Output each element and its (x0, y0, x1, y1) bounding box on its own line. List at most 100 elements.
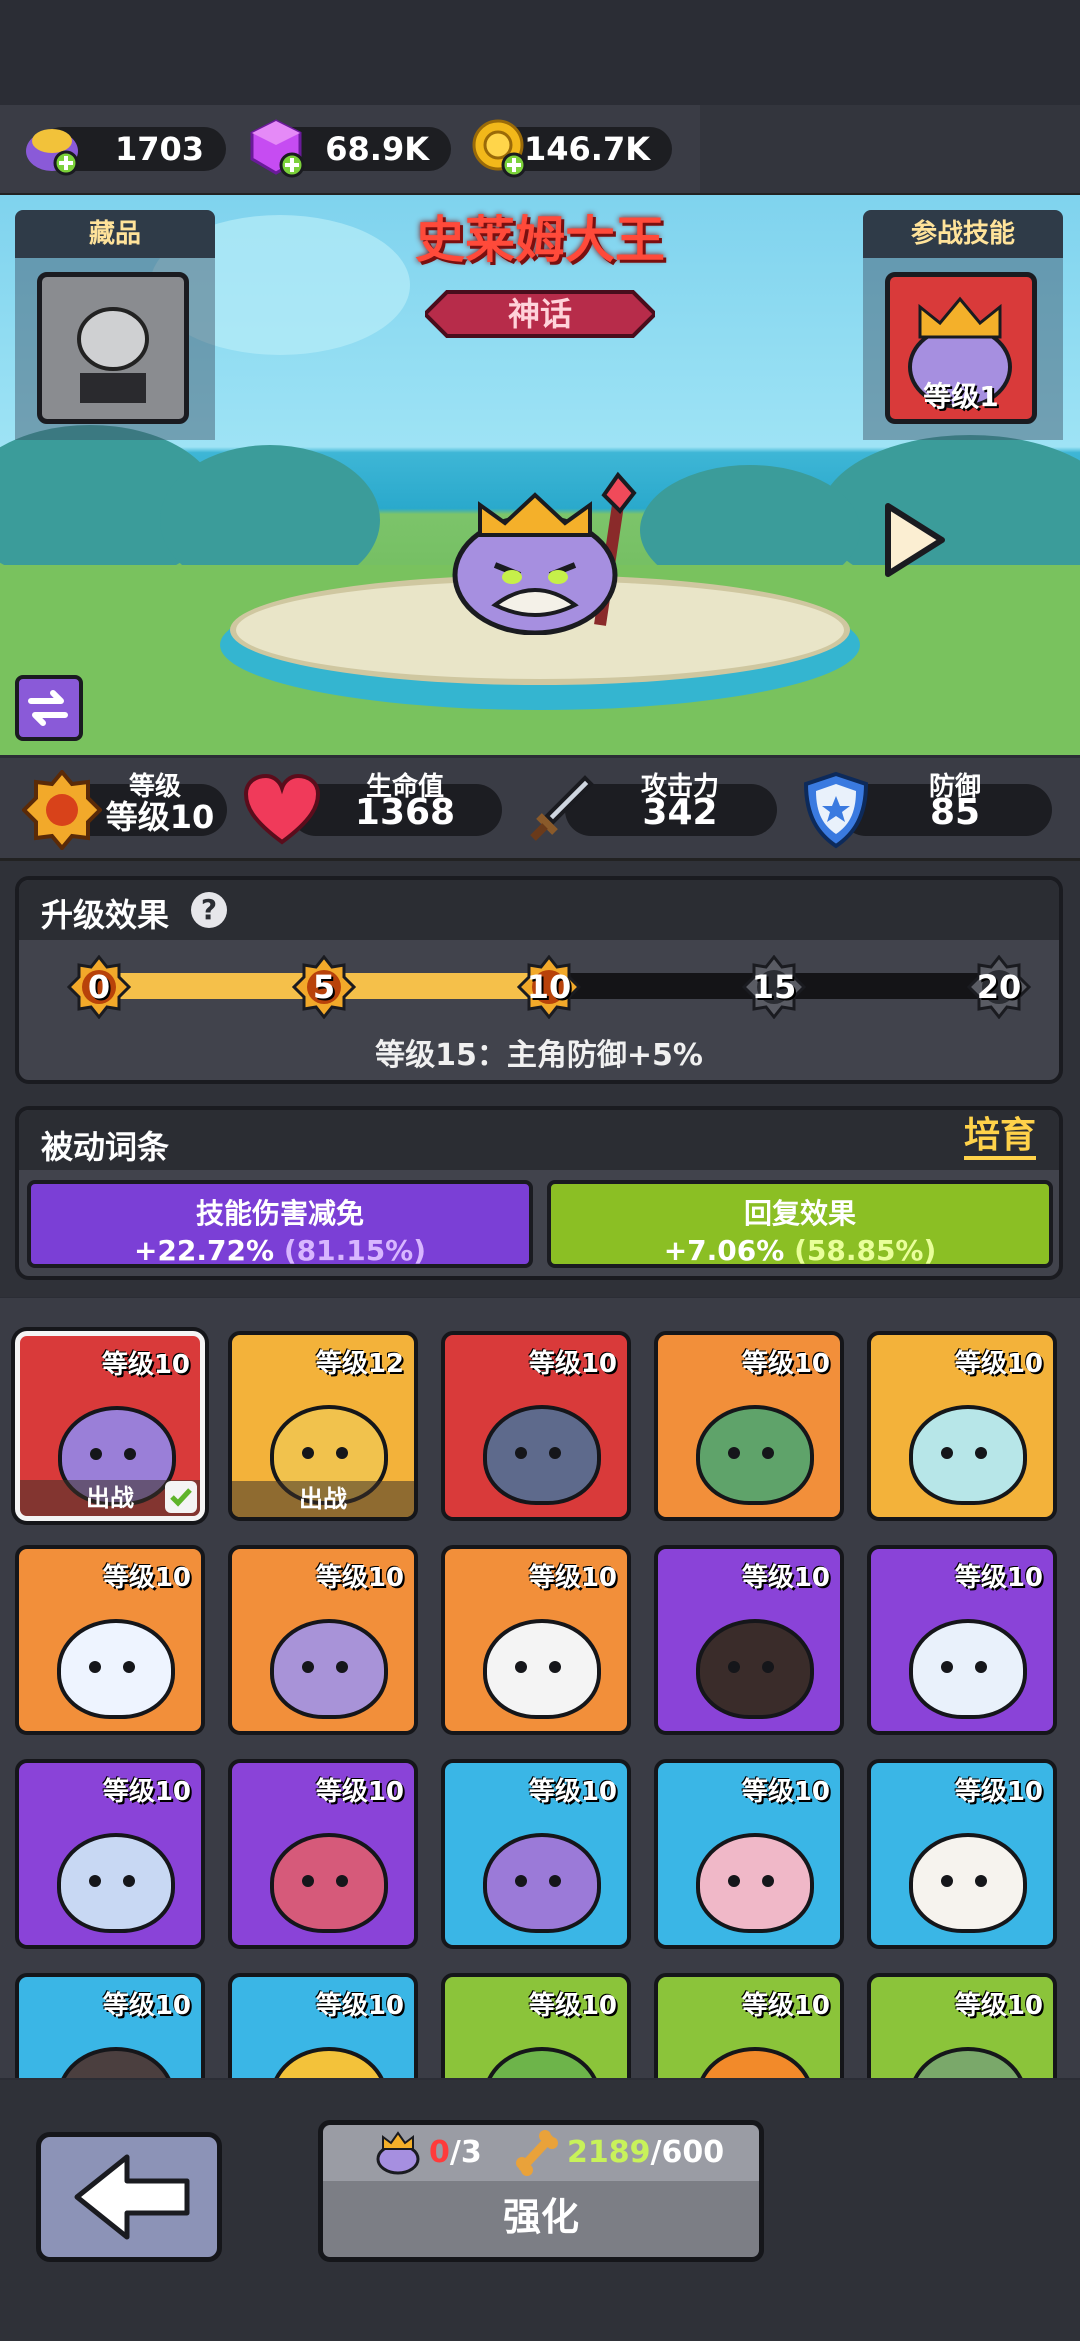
bone-have: 2189 (567, 2135, 651, 2170)
pet-card[interactable]: 等级10 (441, 1331, 631, 1521)
pet-eyes (300, 1659, 350, 1673)
pet-eyes (939, 1445, 989, 1459)
fragment-icon (375, 2131, 421, 2175)
milestone-label: 20 (976, 968, 1022, 1006)
trophy-statue-icon (77, 307, 149, 403)
upgrade-button[interactable]: 0/3 2189/600 强化 (318, 2120, 764, 2262)
pet-eyes (88, 1446, 138, 1460)
help-icon[interactable]: ? (191, 892, 227, 928)
milestone-node: 0 (66, 954, 132, 1020)
pet-eyes (87, 1659, 137, 1673)
pet-portrait (270, 2047, 388, 2078)
pet-level: 等级10 (528, 1349, 617, 1379)
pet-card[interactable]: 等级10 (867, 1545, 1057, 1735)
pet-level: 等级10 (954, 1563, 1043, 1593)
pet-level: 等级10 (954, 1991, 1043, 2021)
milestone-node: 10 (516, 954, 582, 1020)
pet-level: 等级10 (102, 1563, 191, 1593)
collection-title: 藏品 (15, 210, 215, 258)
currency-bar: 1703 68.9K 146.7K (0, 105, 1080, 197)
pet-card[interactable]: 等级10 (654, 1545, 844, 1735)
upgrade-header (19, 880, 1059, 940)
pet-level: 等级10 (102, 1777, 191, 1807)
passive-recovery-effect[interactable]: 回复效果 +7.06% (58.85%) (547, 1180, 1053, 1268)
pet-card[interactable]: 等级10 (15, 1759, 205, 1949)
milestone-node: 20 (966, 954, 1032, 1020)
pet-card[interactable]: 等级10 (441, 1545, 631, 1735)
pet-eyes (726, 1873, 776, 1887)
currency-coin-value: 146.7K (523, 130, 650, 168)
pet-card[interactable]: 等级10 (867, 1331, 1057, 1521)
passive-item-name: 技能伤害减免 (195, 1197, 364, 1230)
passive-item-name: 回复效果 (743, 1197, 856, 1230)
pet-eyes (87, 1873, 137, 1887)
pet-level: 等级10 (741, 1349, 830, 1379)
slime-king-character (450, 465, 650, 636)
collection-panel[interactable]: 藏品 (15, 210, 215, 440)
battle-skill-title: 参战技能 (863, 210, 1063, 258)
pet-level: 等级10 (315, 1991, 404, 2021)
milestone-label: 10 (526, 968, 572, 1006)
pet-level: 等级10 (101, 1350, 190, 1380)
stat-defense-value: 85 (929, 792, 981, 833)
bone-count: 2189/600 (567, 2131, 724, 2175)
stat-attack-value: 342 (642, 792, 718, 833)
pet-card[interactable]: 等级10 出战 (15, 1331, 205, 1521)
pet-portrait (909, 2047, 1027, 2078)
stat-level-value: 等级10 (105, 798, 215, 836)
train-button[interactable]: 培育 (964, 1116, 1037, 1160)
skill-slot[interactable]: 等级1 (885, 272, 1037, 424)
pet-level: 等级12 (315, 1349, 404, 1379)
passive-item-cap: (81.15%) (283, 1234, 427, 1267)
pet-card[interactable]: 等级10 (441, 1973, 631, 2078)
pet-card[interactable]: 等级10 (15, 1545, 205, 1735)
stats-bar: 等级 等级10 生命值 1368 攻击力 342 防御 85 (0, 758, 1080, 861)
rarity-banner: 神话 (425, 288, 655, 340)
milestone-label: 0 (87, 968, 111, 1006)
battle-skill-panel[interactable]: 参战技能 等级1 (863, 210, 1063, 440)
pet-eyes (513, 1659, 563, 1673)
check-icon (164, 1480, 198, 1514)
pet-card[interactable]: 等级10 (867, 1759, 1057, 1949)
pet-card[interactable]: 等级10 (228, 1759, 418, 1949)
pet-card[interactable]: 等级10 (228, 1973, 418, 2078)
pet-deployed-label: 出战 (232, 1481, 414, 1517)
currency-gem-value: 68.9K (325, 130, 429, 168)
passive-item-value: +7.06% (663, 1234, 785, 1267)
shield-icon (798, 770, 874, 850)
skill-level: 等级1 (923, 380, 999, 413)
passive-title: 被动词条 (41, 1128, 170, 1166)
fragment-have: 0 (429, 2135, 450, 2170)
pet-card[interactable]: 等级10 (228, 1545, 418, 1735)
pet-level: 等级10 (315, 1563, 404, 1593)
pet-card[interactable]: 等级10 (654, 1331, 844, 1521)
upgrade-title: 升级效果 (41, 896, 170, 934)
fragment-count: 0/3 (429, 2131, 482, 2175)
passive-header (19, 1110, 1059, 1170)
passive-skill-damage-reduction[interactable]: 技能伤害减免 +22.72% (81.15%) (27, 1180, 533, 1268)
passive-item-value: +22.72% (133, 1234, 275, 1267)
pet-card[interactable]: 等级12 出战 (228, 1331, 418, 1521)
back-button[interactable] (36, 2132, 222, 2262)
stat-hp-value: 1368 (354, 792, 456, 833)
pet-eyes (300, 1445, 350, 1459)
pet-card[interactable]: 等级10 (867, 1973, 1057, 2078)
bottom-bar: 0/3 2189/600 强化 (0, 2080, 1080, 2341)
pet-eyes (939, 1873, 989, 1887)
passive-item-cap: (58.85%) (794, 1234, 937, 1267)
milestone-node: 5 (291, 954, 357, 1020)
upgrade-label: 强化 (502, 2195, 579, 2239)
pet-portrait (57, 2047, 175, 2078)
pet-card[interactable]: 等级10 (654, 1759, 844, 1949)
pet-portrait (483, 2047, 601, 2078)
pet-eyes (939, 1659, 989, 1673)
next-hero-arrow-icon[interactable] (880, 500, 950, 580)
swap-view-button[interactable] (15, 675, 83, 741)
bone-icon (513, 2129, 559, 2177)
collection-slot[interactable] (37, 272, 189, 424)
hero-name: 史莱姆大王 (415, 211, 665, 269)
pet-card[interactable]: 等级10 (654, 1973, 844, 2078)
pet-card[interactable]: 等级10 (441, 1759, 631, 1949)
pet-card[interactable]: 等级10 (15, 1973, 205, 2078)
pet-level: 等级10 (954, 1777, 1043, 1807)
